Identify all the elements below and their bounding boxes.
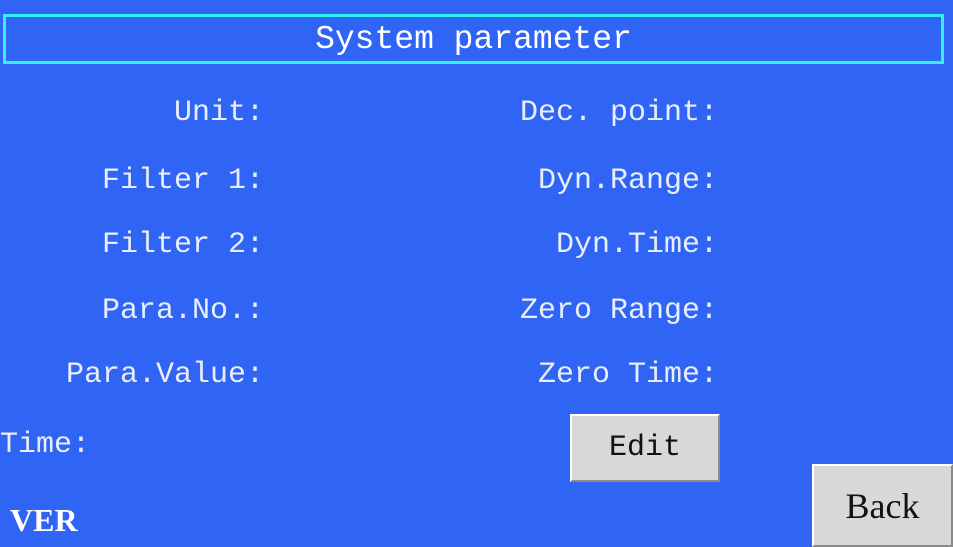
dec-point-label: Dec. point: xyxy=(519,96,718,130)
dyn-time-label: Dyn.Time: xyxy=(555,228,718,262)
title-bar: System parameter xyxy=(3,14,944,64)
dyn-range-label: Dyn.Range: xyxy=(537,164,718,198)
zero-range-label: Zero Range: xyxy=(519,294,718,328)
zero-time-label: Zero Time: xyxy=(537,358,718,392)
system-parameter-screen: System parameter Unit: Filter 1: Filter … xyxy=(0,0,953,547)
para-no-label: Para.No.: xyxy=(101,294,264,328)
back-button[interactable]: Back xyxy=(812,464,953,547)
para-value-label: Para.Value: xyxy=(65,358,264,392)
filter-2-label: Filter 2: xyxy=(101,228,264,262)
filter-1-label: Filter 1: xyxy=(101,164,264,198)
version-label: VER xyxy=(10,502,78,538)
time-label: Time: xyxy=(0,428,91,462)
page-title: System parameter xyxy=(315,20,632,58)
edit-button[interactable]: Edit xyxy=(570,414,720,482)
unit-label: Unit: xyxy=(173,96,264,130)
